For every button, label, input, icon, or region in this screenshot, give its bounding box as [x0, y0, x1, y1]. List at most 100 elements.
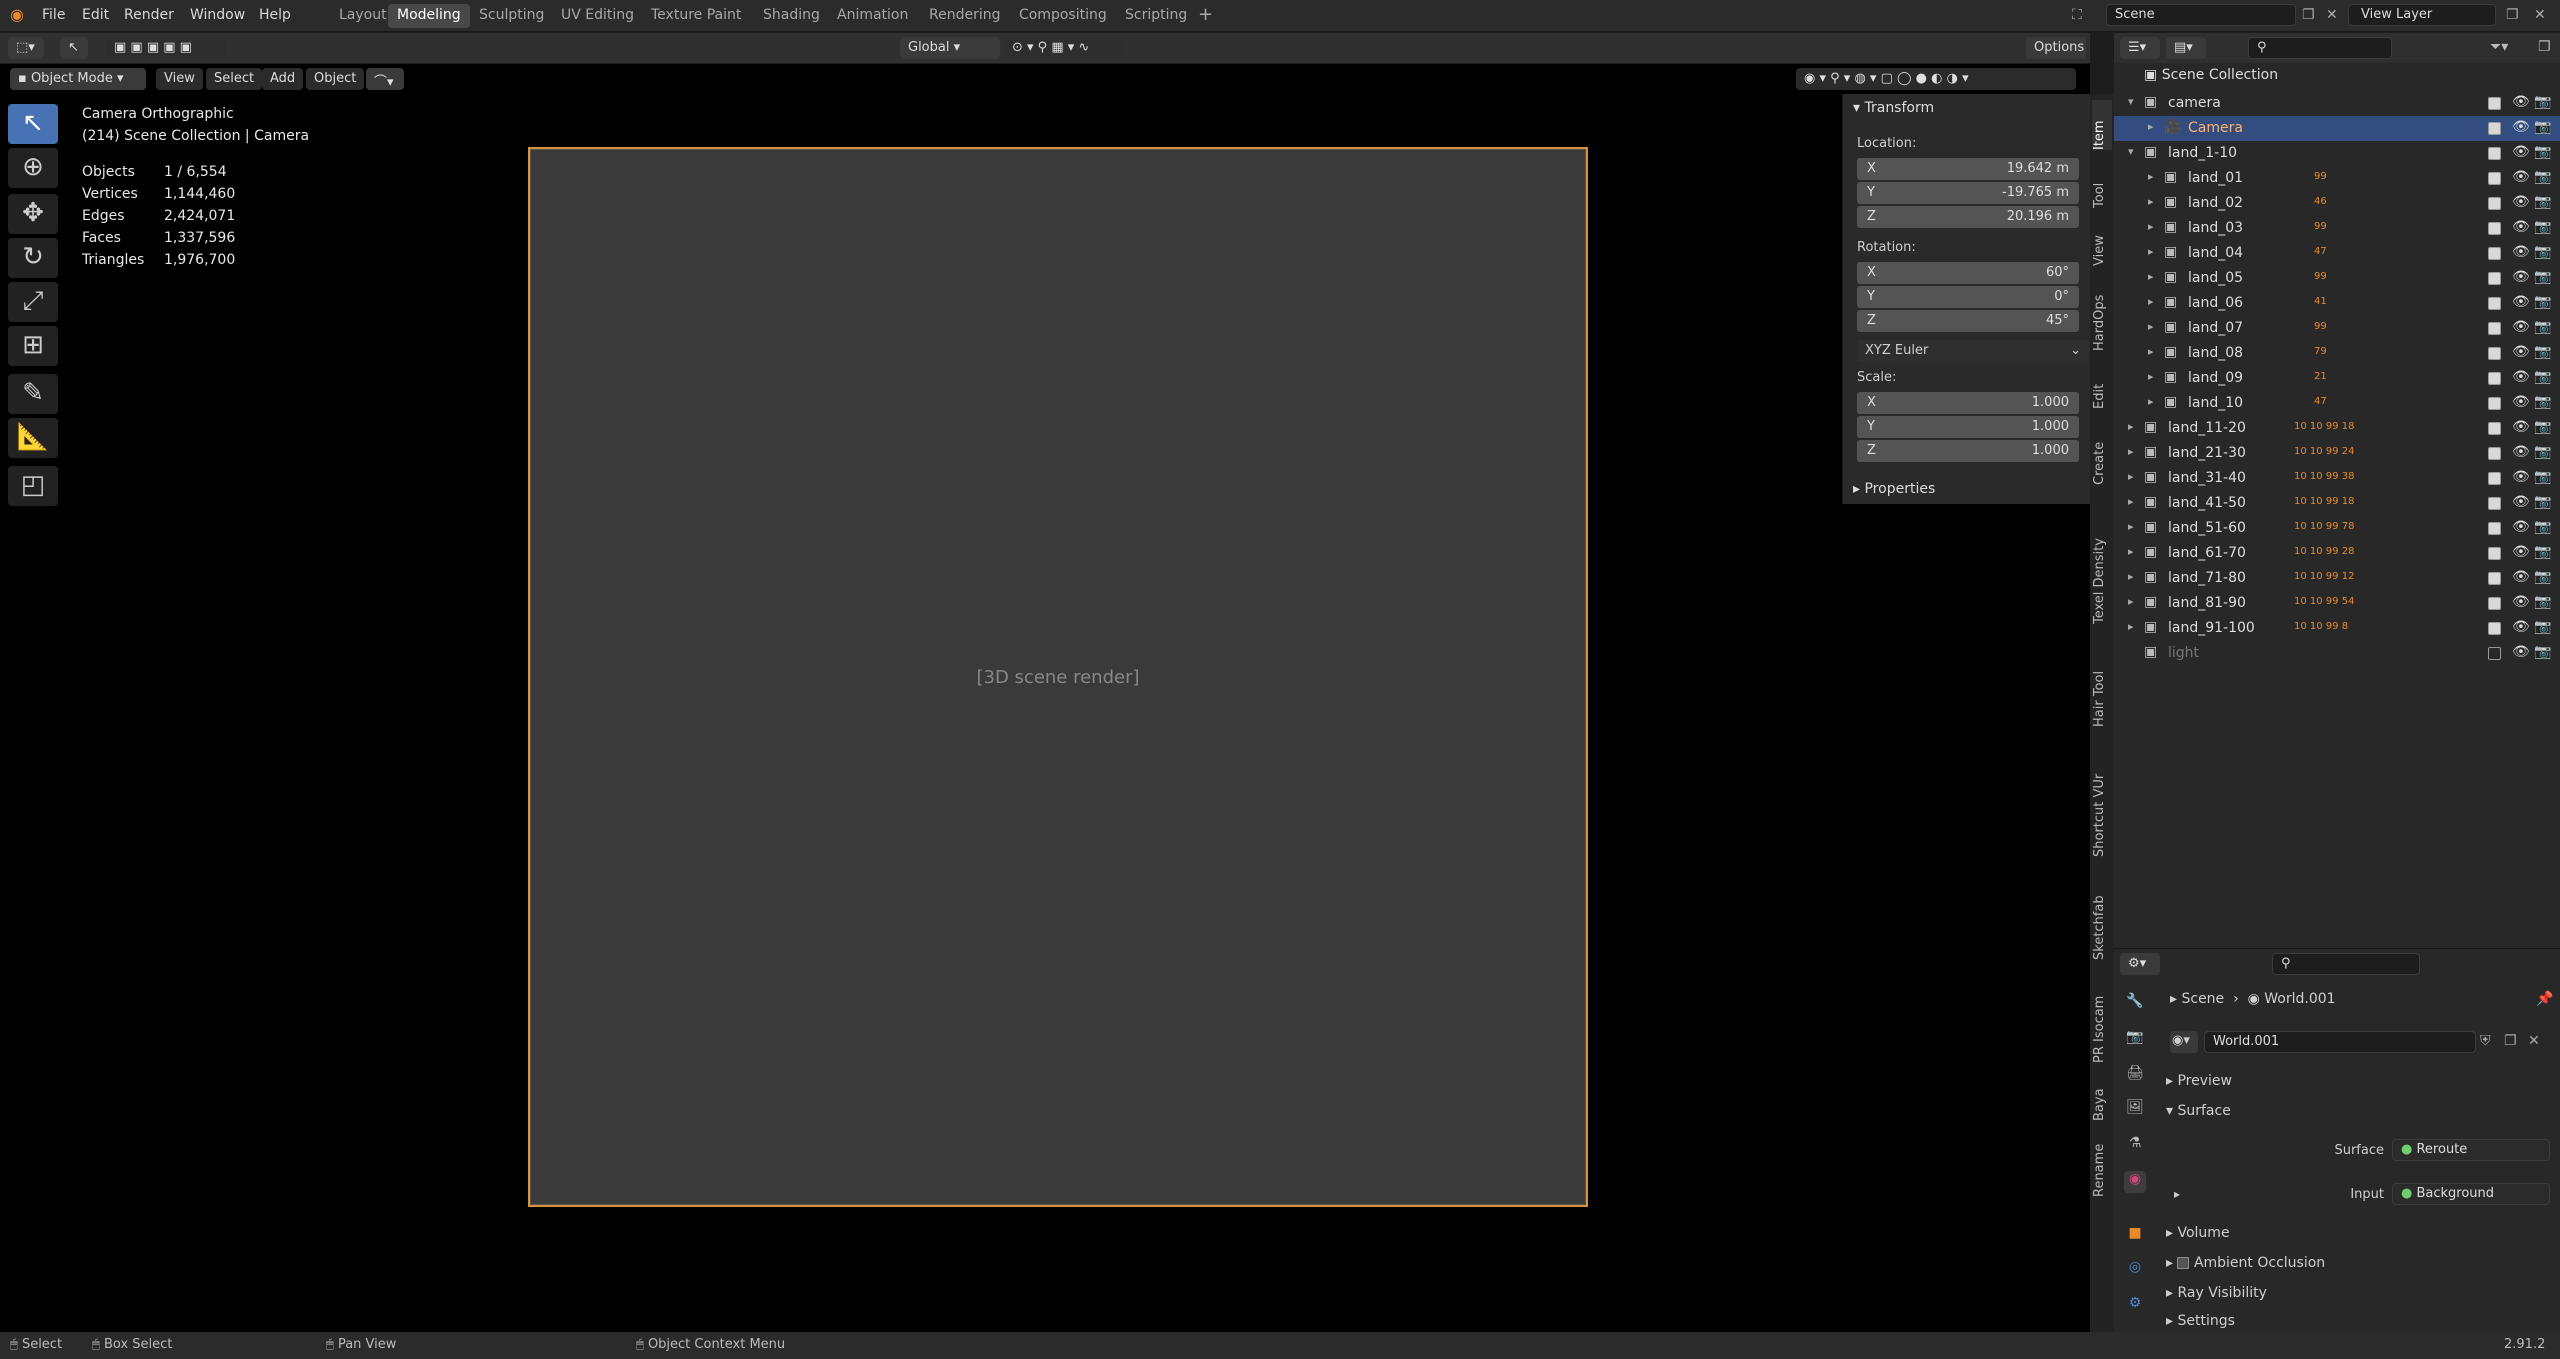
outliner-row[interactable]: ▸ ▣ land_03 99 👁 📷: [2114, 216, 2560, 241]
tab-workspace-shading[interactable]: Shading: [754, 4, 829, 28]
input-node-field[interactable]: ● Background: [2392, 1183, 2550, 1205]
render-camera-icon[interactable]: 📷: [2534, 344, 2551, 360]
view-layer-selector[interactable]: View Layer: [2348, 4, 2496, 26]
view-menu[interactable]: View: [156, 68, 203, 90]
annotate-tool-icon[interactable]: ✎: [8, 374, 58, 414]
properties-editor-type-button[interactable]: ⚙▾: [2120, 953, 2160, 975]
location-z-field[interactable]: Z20.196 m🔓: [1857, 206, 2104, 228]
tab-view[interactable]: View: [2092, 216, 2112, 266]
location-y-field[interactable]: Y-19.765 m🔓: [1857, 182, 2104, 204]
move-tool-icon[interactable]: ✥: [8, 194, 58, 234]
exclude-checkbox[interactable]: [2488, 572, 2501, 585]
transform-header[interactable]: ▾ Transform: [1853, 100, 1934, 116]
outliner-row[interactable]: ▸ ▣ land_06 41 👁 📷: [2114, 291, 2560, 316]
scene-properties-icon[interactable]: ⚗: [2124, 1135, 2146, 1157]
world-browse-button[interactable]: ◉▾: [2170, 1031, 2198, 1053]
exclude-checkbox[interactable]: [2488, 447, 2501, 460]
duplicate-icon[interactable]: ❐: [2504, 1033, 2517, 1049]
tab-workspace-scripting[interactable]: Scripting: [1116, 4, 1196, 28]
render-camera-icon[interactable]: 📷: [2534, 94, 2551, 110]
disclosure-icon[interactable]: ▸: [2128, 420, 2134, 433]
exclude-checkbox[interactable]: [2488, 122, 2501, 135]
outliner-row[interactable]: ▸ ▣ land_05 99 👁 📷: [2114, 266, 2560, 291]
transform-tool-icon[interactable]: ⊞: [8, 326, 58, 366]
outliner-row[interactable]: ▸ ▣ land_11-20 10 10 99 18 👁 📷: [2114, 416, 2560, 441]
visibility-eye-icon[interactable]: 👁: [2512, 494, 2530, 510]
viewport-shading-buttons[interactable]: ◉ ▾ ⚲ ▾ ◍ ▾ ▢ ◯ ● ◐ ◑ ▾: [1796, 68, 2076, 90]
render-camera-icon[interactable]: 📷: [2534, 219, 2551, 235]
options-button[interactable]: Options: [2026, 37, 2086, 59]
tab-tool[interactable]: Tool: [2092, 158, 2112, 208]
visibility-eye-icon[interactable]: 👁: [2512, 194, 2530, 210]
render-camera-icon[interactable]: 📷: [2534, 419, 2551, 435]
mode-dropdown[interactable]: ▪ Object Mode ▾: [10, 68, 146, 90]
volume-panel[interactable]: ▸ Volume: [2166, 1225, 2230, 1241]
surface-panel[interactable]: ▾ Surface: [2166, 1103, 2231, 1119]
render-camera-icon[interactable]: 📷: [2534, 494, 2551, 510]
visibility-eye-icon[interactable]: 👁: [2512, 294, 2530, 310]
tab-item[interactable]: Item: [2092, 100, 2112, 150]
render-camera-icon[interactable]: 📷: [2534, 269, 2551, 285]
rotate-tool-icon[interactable]: ↻: [8, 238, 58, 278]
ray-visibility-panel[interactable]: ▸ Ray Visibility: [2166, 1285, 2267, 1301]
properties-header[interactable]: ▸ Properties: [1853, 481, 1935, 497]
scale-tool-icon[interactable]: ⤢: [8, 282, 58, 322]
surface-node-field[interactable]: ● Reroute: [2392, 1139, 2550, 1161]
render-camera-icon[interactable]: 📷: [2534, 244, 2551, 260]
measure-tool-icon[interactable]: 📐: [8, 418, 58, 458]
cursor-tool-icon[interactable]: ⊕: [8, 148, 58, 188]
add-menu[interactable]: Add: [262, 68, 304, 90]
menu-file[interactable]: File: [42, 7, 65, 23]
world-properties-icon[interactable]: ◉: [2124, 1171, 2146, 1193]
rotation-y-field[interactable]: Y0°🔓: [1857, 286, 2104, 308]
delete-scene-icon[interactable]: ✕: [2326, 7, 2338, 23]
outliner-row[interactable]: ▸ ▣ land_10 47 👁 📷: [2114, 391, 2560, 416]
tab-baya[interactable]: Baya: [2092, 1071, 2112, 1121]
outliner-row[interactable]: ▸ ▣ land_01 99 👁 📷: [2114, 166, 2560, 191]
visibility-eye-icon[interactable]: 👁: [2512, 169, 2530, 185]
render-camera-icon[interactable]: 📷: [2534, 569, 2551, 585]
delete-view-layer-icon[interactable]: ✕: [2534, 7, 2546, 23]
tab-workspace-rendering[interactable]: Rendering: [920, 4, 1010, 28]
tab-workspace-compositing[interactable]: Compositing: [1010, 4, 1116, 28]
disclosure-icon[interactable]: ▸: [2148, 270, 2154, 283]
pin-icon[interactable]: 📌: [2536, 991, 2553, 1007]
disclosure-icon[interactable]: ▾: [2128, 95, 2134, 108]
visibility-eye-icon[interactable]: 👁: [2512, 344, 2530, 360]
object-properties-icon[interactable]: ■: [2124, 1225, 2146, 1247]
preview-panel[interactable]: ▸ Preview: [2166, 1073, 2232, 1089]
tab-edit[interactable]: Edit: [2092, 359, 2112, 409]
disclosure-icon[interactable]: ▸: [2128, 445, 2134, 458]
tab-workspace-animation[interactable]: Animation: [828, 4, 917, 28]
outliner-row[interactable]: ▸ ▣ land_21-30 10 10 99 24 👁 📷: [2114, 441, 2560, 466]
outliner-row[interactable]: ▸ ▣ land_31-40 10 10 99 38 👁 📷: [2114, 466, 2560, 491]
tab-workspace-sculpting[interactable]: Sculpting: [470, 4, 553, 28]
add-workspace-icon[interactable]: +: [1198, 4, 1213, 25]
exclude-checkbox[interactable]: [2488, 522, 2501, 535]
render-camera-icon[interactable]: 📷: [2534, 369, 2551, 385]
physics-properties-icon[interactable]: ◎: [2124, 1259, 2146, 1281]
render-properties-icon[interactable]: 📷: [2124, 1029, 2146, 1051]
disclosure-icon[interactable]: ▸: [2148, 220, 2154, 233]
scene-selector[interactable]: Scene: [2106, 4, 2296, 26]
new-view-layer-icon[interactable]: ❐: [2506, 7, 2519, 23]
tab-pr-isocam[interactable]: PR Isocam: [2092, 968, 2112, 1063]
visibility-eye-icon[interactable]: 👁: [2512, 219, 2530, 235]
properties-search-input[interactable]: ⚲: [2272, 953, 2420, 975]
select-menu[interactable]: Select: [206, 68, 263, 90]
outliner-row[interactable]: ▸ ▣ land_09 21 👁 📷: [2114, 366, 2560, 391]
tab-create[interactable]: Create: [2092, 417, 2112, 485]
outliner-row[interactable]: ▸ ▣ land_02 46 👁 📷: [2114, 191, 2560, 216]
render-camera-icon[interactable]: 📷: [2534, 644, 2551, 660]
render-camera-icon[interactable]: 📷: [2534, 119, 2551, 135]
tab-workspace-layout[interactable]: Layout: [330, 4, 396, 28]
outliner-row[interactable]: ▾ ▣ camera 👁 📷: [2114, 91, 2560, 116]
rotation-mode-dropdown[interactable]: XYZ Euler ⌄: [1857, 340, 2089, 362]
disclosure-icon[interactable]: ▸: [2148, 295, 2154, 308]
disclosure-icon[interactable]: ▸: [2148, 170, 2154, 183]
outliner-row[interactable]: ▸ ▣ land_71-80 10 10 99 12 👁 📷: [2114, 566, 2560, 591]
object-menu[interactable]: Object: [306, 68, 365, 90]
visibility-eye-icon[interactable]: 👁: [2512, 119, 2530, 135]
exclude-checkbox[interactable]: [2488, 172, 2501, 185]
exclude-checkbox[interactable]: [2488, 147, 2501, 160]
